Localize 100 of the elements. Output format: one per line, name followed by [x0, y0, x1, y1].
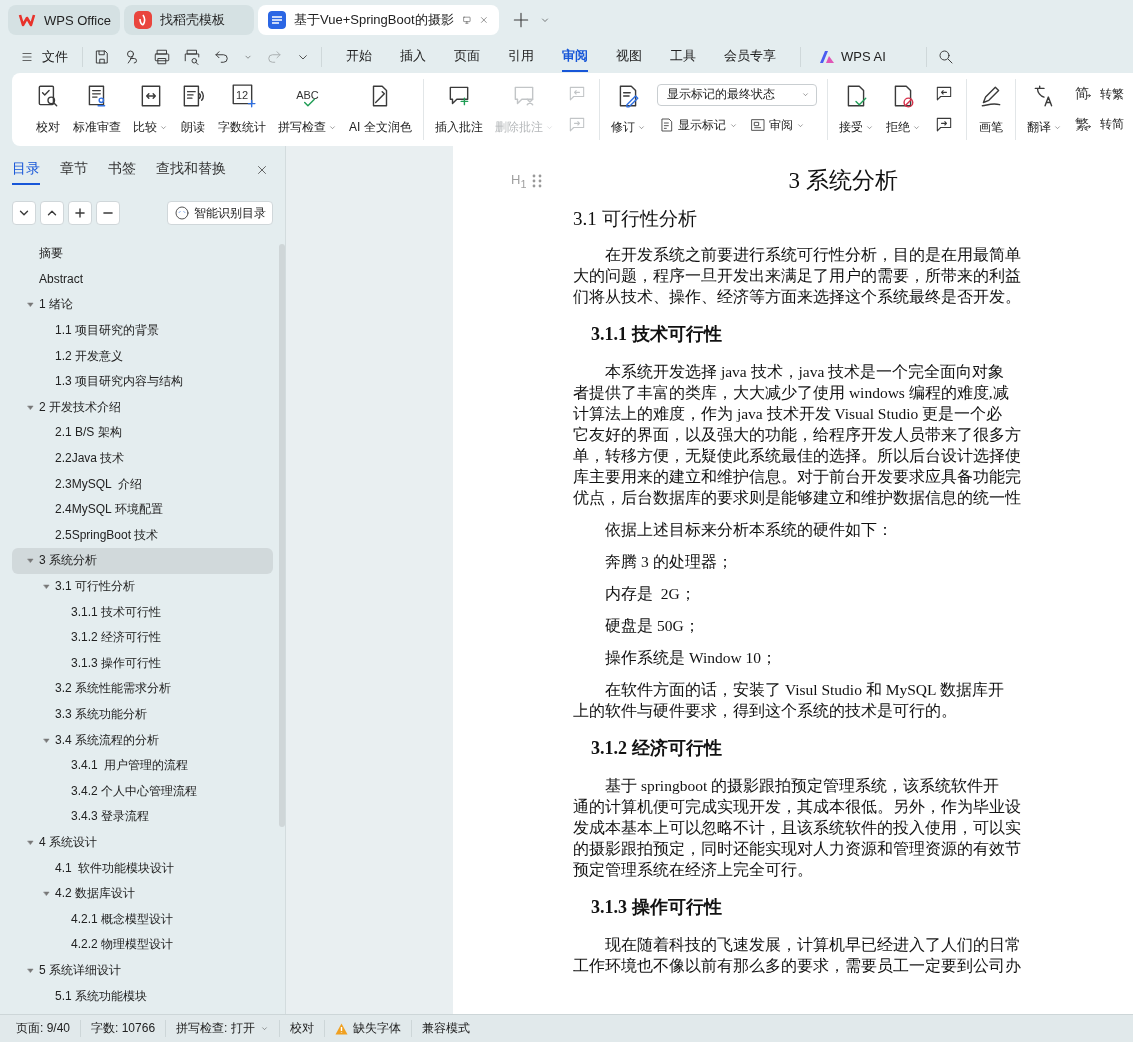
- expand-arrow-icon[interactable]: [25, 556, 35, 566]
- toc-item[interactable]: 1.3 项目研究内容与结构: [12, 368, 273, 395]
- status-text: 兼容模式: [420, 1020, 471, 1037]
- toc-item[interactable]: 3.1.2 经济可行性: [12, 624, 273, 651]
- toc-item[interactable]: 3 系统分析: [12, 548, 273, 574]
- print-preview-icon[interactable]: [183, 47, 201, 66]
- expand-arrow-icon[interactable]: [41, 582, 51, 591]
- toc-item[interactable]: 2.2Java 技术: [12, 445, 273, 472]
- drag-handle-icon[interactable]: [532, 173, 543, 188]
- menu-tab[interactable]: 工具: [670, 41, 696, 72]
- ribbon-button[interactable]: 朗读: [175, 79, 211, 140]
- ribbon-button[interactable]: 校对: [30, 79, 66, 140]
- collapse-up-button[interactable]: [40, 201, 64, 225]
- browser-tab[interactable]: 基于Vue+SpringBoot的摄影: [258, 5, 499, 35]
- plus-icon: [73, 206, 87, 220]
- toc-item[interactable]: 3.1 可行性分析: [12, 573, 273, 600]
- text-line: 们将从技术、操作、经济等方面来选择这个系统最终是否开发。: [573, 287, 1022, 307]
- text-line: 上的软件与硬件要求，得到这个系统的技术是可行的。: [573, 701, 958, 721]
- menu-tab[interactable]: 插入: [400, 41, 426, 72]
- toc-item[interactable]: 4.2.2 物理模型设计: [12, 932, 273, 958]
- text-line: 的摄影跟拍预定，同时还能实现对人力资源和管理资源的有效节: [573, 839, 1022, 859]
- toc-item[interactable]: 4.2 数据库设计: [12, 880, 273, 907]
- subsection-heading: 3.1.2 经济可行性: [591, 737, 723, 760]
- toc-item[interactable]: 5 系统详细设计: [12, 957, 273, 984]
- markup-dropdown[interactable]: 显示标记的最终状态: [656, 83, 817, 106]
- toc-item[interactable]: 4 系统设计: [12, 829, 273, 856]
- expand-arrow-icon[interactable]: [25, 837, 35, 847]
- ribbon-button[interactable]: AI 全文润色: [344, 79, 417, 140]
- text-line: 现在随着科技的飞速发展，计算机早已经进入了人们的日常: [604, 935, 1022, 955]
- toc-item[interactable]: 2.3MySQL 介绍: [12, 471, 273, 497]
- text-line: 硬盘是 50G；: [604, 616, 701, 636]
- scrollbar[interactable]: [278, 244, 285, 827]
- plus-icon[interactable]: [511, 10, 531, 30]
- ribbon-button[interactable]: 接受: [833, 79, 879, 140]
- text-line: 计算法上的难度，作为 java 技术开发 Visual Studio 更是一个必: [573, 404, 1004, 424]
- collapse-down-button[interactable]: [12, 201, 36, 225]
- expand-arrow-icon[interactable]: [25, 300, 35, 310]
- text-line: 操作系统是 Window 10；: [604, 648, 778, 668]
- toc-item[interactable]: 1 绪论: [12, 292, 273, 318]
- toc-item[interactable]: 摘要: [12, 241, 273, 267]
- smart-toc-button[interactable]: 智能识别目录: [166, 201, 273, 225]
- expand-arrow-icon[interactable]: [41, 735, 51, 745]
- toc-item[interactable]: 3.4 系统流程的分析: [12, 727, 273, 753]
- panel-tab[interactable]: 查找和替换: [156, 160, 226, 185]
- ribbon-button[interactable]: ABC 拼写检查: [273, 79, 342, 140]
- browser-tab[interactable]: WPS Office: [8, 5, 120, 35]
- toc-item[interactable]: 2.5SpringBoot 技术: [12, 522, 273, 549]
- ribbon-button[interactable]: 标准审查: [68, 79, 126, 140]
- toc-item[interactable]: 3.4.1 用户管理的流程: [12, 752, 273, 779]
- toc-item[interactable]: 3.4.3 登录流程: [12, 804, 273, 830]
- search-icon[interactable]: [936, 47, 955, 66]
- menu-tab[interactable]: 引用: [508, 41, 534, 72]
- ribbon-button[interactable]: 12 字数统计: [213, 79, 271, 140]
- panel-tab[interactable]: 章节: [60, 160, 88, 185]
- chapter-heading: 3 系统分析: [787, 167, 899, 195]
- toc-item[interactable]: 3.4.2 个人中心管理流程: [12, 778, 273, 805]
- toc-item[interactable]: Abstract: [12, 266, 273, 293]
- ribbon-button[interactable]: 翻译: [1021, 79, 1067, 140]
- toc-item[interactable]: 2.1 B/S 架构: [12, 420, 273, 446]
- panel-tab[interactable]: 书签: [108, 160, 136, 185]
- plus-button[interactable]: [68, 201, 92, 225]
- toc-item[interactable]: 3.2 系统性能需求分析: [12, 676, 273, 702]
- ribbon-button[interactable]: 比较: [128, 79, 173, 140]
- toc-item[interactable]: 3.3 系统功能分析: [12, 701, 273, 728]
- expand-arrow-icon[interactable]: [41, 889, 51, 899]
- toc-item[interactable]: 1.1 项目研究的背景: [12, 317, 273, 344]
- ribbon-button[interactable]: 画笔: [972, 79, 1009, 140]
- toc-item[interactable]: 2 开发技术介绍: [12, 394, 273, 421]
- spellcheck-toggle[interactable]: 拼写检查: 打开: [166, 1020, 280, 1037]
- toc-item[interactable]: 3.1.3 操作可行性: [12, 650, 273, 677]
- toc-item[interactable]: 1.2 开发意义: [12, 343, 273, 369]
- menu-tab[interactable]: 会员专享: [724, 41, 776, 72]
- ribbon-button[interactable]: 审阅: [747, 114, 807, 136]
- toc-item[interactable]: 3.1.1 技术可行性: [12, 599, 273, 625]
- toc-item[interactable]: 4.2.1 概念模型设计: [12, 906, 273, 933]
- text-line: 优点，后台数据库的要求则是能够建立和维护数据信息的统一性: [573, 488, 1022, 508]
- print-icon[interactable]: [153, 47, 171, 66]
- expand-arrow-icon[interactable]: [25, 402, 35, 412]
- panel-tab[interactable]: 目录: [12, 160, 40, 185]
- ribbon-button[interactable]: 修订: [605, 79, 651, 140]
- ai-button[interactable]: WPS AI: [819, 49, 886, 64]
- toc-item[interactable]: 2.4MySQL 环境配置: [12, 496, 273, 523]
- ribbon-button[interactable]: 拒绝: [880, 79, 926, 140]
- menu-tab[interactable]: 开始: [346, 41, 372, 72]
- toc-item[interactable]: 4.1 软件功能模块设计: [12, 855, 273, 881]
- ribbon-button[interactable]: 插入批注: [429, 79, 488, 140]
- save-icon[interactable]: [93, 47, 111, 66]
- menu-tab[interactable]: 页面: [454, 41, 480, 72]
- text-line: 预定管理系统在经济上完全可行。: [573, 860, 814, 880]
- ribbon-button[interactable]: 显示标记: [656, 114, 740, 136]
- browser-tab[interactable]: 找稻壳模板: [124, 5, 254, 35]
- missing-fonts-button[interactable]: 缺失字体: [324, 1020, 412, 1037]
- ribbon-button[interactable]: 繁 转简: [1072, 113, 1126, 136]
- subsection-heading: 3.1.1 技术可行性: [591, 323, 723, 346]
- file-menu[interactable]: 文件: [16, 43, 72, 70]
- menu-tab[interactable]: 视图: [616, 41, 642, 72]
- minus-button[interactable]: [96, 201, 120, 225]
- expand-arrow-icon[interactable]: [25, 965, 35, 975]
- ribbon-button[interactable]: 简 转繁: [1072, 83, 1126, 106]
- toc-item[interactable]: 5.1 系统功能模块: [12, 983, 273, 1009]
